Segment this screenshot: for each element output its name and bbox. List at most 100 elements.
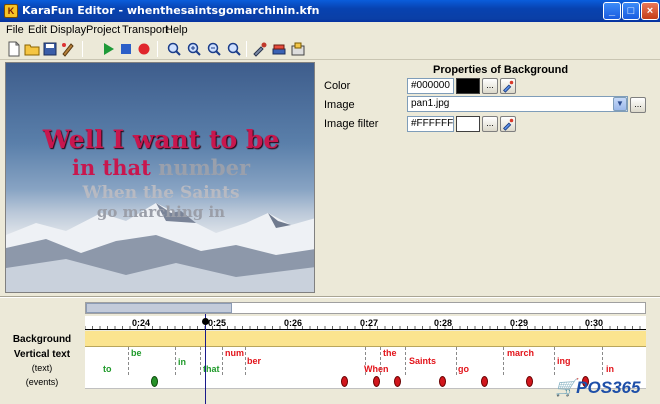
syllable[interactable]: When <box>364 364 389 374</box>
image-browse-button[interactable]: ... <box>630 97 646 113</box>
syllable[interactable]: Saints <box>409 356 436 366</box>
track-label-events: (events) <box>25 377 59 387</box>
toolbar-separator <box>246 41 247 57</box>
menu-file[interactable]: File <box>6 24 24 36</box>
event-marker[interactable] <box>151 376 158 387</box>
tick-label: 0:29 <box>510 318 529 328</box>
new-file-icon[interactable] <box>6 41 22 57</box>
zoom-in-icon[interactable] <box>186 41 202 57</box>
syllable[interactable]: be <box>131 348 142 358</box>
chevron-down-icon[interactable]: ▼ <box>613 97 627 111</box>
syllable-boundary <box>405 347 406 375</box>
event-marker[interactable] <box>481 376 488 387</box>
panel-splitter[interactable] <box>0 296 660 298</box>
properties-title: Properties of Background <box>433 64 569 76</box>
karaoke-preview[interactable]: Well I want to be in that number When th… <box>5 62 315 293</box>
color-browse-button[interactable]: ... <box>482 78 498 94</box>
window-title: KaraFun Editor - whenthesaintsgomarchini… <box>22 4 320 17</box>
lyric-line-2: in that number <box>6 155 314 180</box>
title-bar[interactable]: K KaraFun Editor - whenthesaintsgomarchi… <box>0 0 660 22</box>
menu-display[interactable]: Display <box>50 24 86 36</box>
stop-icon[interactable] <box>118 41 134 57</box>
image-filter-browse-button[interactable]: ... <box>482 116 498 132</box>
syllable[interactable]: in <box>178 357 186 367</box>
menu-help[interactable]: Help <box>165 24 188 36</box>
tick-label: 0:24 <box>132 318 151 328</box>
syllable[interactable]: ing <box>557 356 571 366</box>
event-marker[interactable] <box>373 376 380 387</box>
tick-label: 0:27 <box>360 318 379 328</box>
syllable-boundary <box>245 347 246 375</box>
track-label-background: Background <box>12 334 72 345</box>
color-swatch[interactable] <box>456 78 480 94</box>
syllable-boundary <box>503 347 504 375</box>
syllable[interactable]: march <box>507 348 534 358</box>
color-label: Color <box>324 80 351 92</box>
tools-icon[interactable] <box>252 41 268 57</box>
image-filter-field[interactable]: #FFFFFF <box>407 116 454 132</box>
track-label-text: (text) <box>31 363 53 373</box>
event-marker[interactable] <box>439 376 446 387</box>
menu-edit[interactable]: Edit <box>28 24 47 36</box>
tick-label: 0:25 <box>208 318 227 328</box>
karafun-editor-window: K KaraFun Editor - whenthesaintsgomarchi… <box>0 0 660 404</box>
timeline-scroll-thumb[interactable] <box>86 303 232 313</box>
export-icon[interactable] <box>290 41 306 57</box>
tick-label: 0:30 <box>585 318 604 328</box>
event-marker[interactable] <box>526 376 533 387</box>
lyric-line-2-pending: number <box>158 155 251 180</box>
toolbar-separator <box>157 41 158 57</box>
layers-icon[interactable] <box>271 41 287 57</box>
syllable-boundary <box>602 347 603 375</box>
minimize-button[interactable]: _ <box>603 2 621 20</box>
syllable[interactable]: go <box>458 364 469 374</box>
lyric-line-4: go marching in <box>96 203 226 221</box>
event-marker[interactable] <box>341 376 348 387</box>
toolbar <box>0 38 660 60</box>
zoom-out-icon[interactable] <box>206 41 222 57</box>
menu-project[interactable]: Project <box>86 24 120 36</box>
menu-transport[interactable]: Transport <box>122 24 169 36</box>
tick-label: 0:28 <box>434 318 453 328</box>
event-marker[interactable] <box>394 376 401 387</box>
filter-picker-icon[interactable] <box>500 116 516 132</box>
syllable[interactable]: the <box>383 348 397 358</box>
image-select[interactable]: pan1.jpg <box>407 96 628 112</box>
save-icon[interactable] <box>42 41 58 57</box>
syllable-boundary <box>200 347 201 375</box>
color-field[interactable]: #000000 <box>407 78 454 94</box>
open-folder-icon[interactable] <box>24 41 40 57</box>
close-button[interactable]: × <box>641 2 659 20</box>
syllable[interactable]: in <box>606 364 614 374</box>
background-track[interactable] <box>85 331 646 347</box>
syllable-boundary <box>554 347 555 375</box>
toolbar-separator <box>82 41 83 57</box>
syllable[interactable]: to <box>103 364 112 374</box>
syllable-boundary <box>222 347 223 375</box>
playhead-line[interactable] <box>205 314 206 404</box>
syllable[interactable]: ber <box>247 356 261 366</box>
image-label: Image <box>324 99 355 111</box>
syllable-boundary <box>128 347 129 375</box>
cart-icon: 🛒 <box>555 378 577 397</box>
record-icon[interactable] <box>136 41 152 57</box>
syllable-boundary <box>456 347 457 375</box>
zoom-fit-icon[interactable] <box>226 41 242 57</box>
lyric-line-3: When the Saints <box>82 183 240 203</box>
watermark-logo: 🛒POS365 <box>555 378 640 398</box>
zoom-icon[interactable] <box>166 41 182 57</box>
image-filter-swatch[interactable] <box>456 116 480 132</box>
maximize-button[interactable]: □ <box>622 2 640 20</box>
track-label-vertical-text: Vertical text <box>13 349 71 360</box>
playhead-handle[interactable] <box>202 318 209 325</box>
image-filter-label: Image filter <box>324 118 379 130</box>
menu-bar: File Edit Display Project Transport Help <box>0 22 660 38</box>
properties-icon[interactable] <box>60 41 76 57</box>
watermark-text: POS365 <box>576 378 641 397</box>
syllable[interactable]: num <box>225 348 244 358</box>
color-picker-icon[interactable] <box>500 78 516 94</box>
play-icon[interactable] <box>100 41 116 57</box>
syllable-boundary <box>175 347 176 375</box>
lyric-line-2-sung: in that <box>71 155 159 180</box>
tick-label: 0:26 <box>284 318 303 328</box>
